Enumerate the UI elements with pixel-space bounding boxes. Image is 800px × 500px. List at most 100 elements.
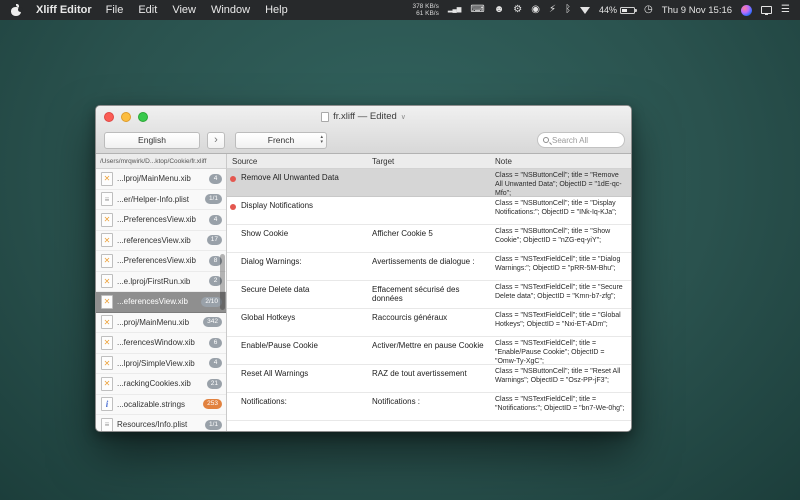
sidebar-item[interactable]: ...PreferencesView.xib8 [96, 251, 226, 272]
toolbar: English › French ▴▾ [96, 127, 631, 153]
source-language-button[interactable]: English [104, 132, 200, 149]
note-cell: Class = "NSTextFieldCell"; title = "Noti… [490, 393, 631, 420]
search-field[interactable] [537, 132, 625, 148]
net-down-label: 61 KB/s [416, 10, 439, 17]
zoom-button[interactable] [138, 112, 148, 122]
file-name: Resources/Info.plist [117, 420, 201, 429]
target-cell[interactable]: Raccourcis généraux [367, 309, 490, 336]
target-cell[interactable]: RAZ de tout avertissement [367, 365, 490, 392]
note-cell: Class = "NSTextFieldCell"; title = "Dial… [490, 253, 631, 280]
column-header-target[interactable]: Target [367, 157, 490, 166]
title-bar[interactable]: fr.xliff — Edited ∨ [96, 106, 631, 127]
apple-menu-icon[interactable] [10, 4, 22, 16]
power-icon[interactable]: ⚡ [549, 5, 556, 15]
document-proxy-icon[interactable] [321, 112, 329, 122]
note-cell: Class = "NSButtonCell"; title = "Display… [490, 197, 631, 224]
sidebar-item[interactable]: ...ferencesWindow.xib6 [96, 333, 226, 354]
target-cell[interactable]: Activer/Mettre en pause Cookie [367, 337, 490, 364]
menu-view[interactable]: View [172, 4, 196, 16]
gear-icon[interactable]: ⚙ [513, 5, 522, 15]
target-cell[interactable] [367, 197, 490, 224]
language-direction-button[interactable]: › [207, 132, 225, 149]
table-row[interactable]: Notifications:Notifications :Class = "NS… [227, 393, 631, 421]
notification-center-icon[interactable]: ☰ [781, 5, 790, 15]
source-text: Global Hotkeys [241, 313, 295, 322]
source-cell[interactable]: Reset All Warnings [227, 365, 367, 392]
sidebar-scrollbar[interactable] [220, 254, 225, 310]
network-speed-indicator[interactable]: 378 KB/s 61 KB/s [412, 3, 438, 17]
count-badge: 4 [209, 215, 222, 225]
source-cell[interactable]: Remove All Unwanted Data [227, 169, 367, 196]
bandwidth-graph-icon[interactable]: ▂▄▆ [448, 5, 461, 15]
note-cell: Class = "NSButtonCell"; title = "Show Co… [490, 225, 631, 252]
column-header-source[interactable]: Source [227, 157, 367, 166]
search-input[interactable] [552, 136, 619, 145]
source-text: Reset All Warnings [241, 369, 308, 378]
source-cell[interactable]: Secure Delete data [227, 281, 367, 308]
file-name: ...PreferencesView.xib [117, 215, 205, 224]
sidebar-item[interactable]: ...er/Helper-Info.plist1/1 [96, 190, 226, 211]
source-cell[interactable]: Enable/Pause Cookie [227, 337, 367, 364]
input-source-icon[interactable]: ⌨ [470, 5, 484, 15]
table-row[interactable]: Reset All Warnings RAZ de tout avertissem… [227, 365, 631, 393]
app-menu-title[interactable]: Xliff Editor [36, 4, 92, 16]
note-cell: Class = "NSButtonCell"; title = "Remove … [490, 169, 631, 196]
wifi-icon[interactable] [580, 7, 590, 14]
source-cell[interactable]: Global Hotkeys [227, 309, 367, 336]
table-row[interactable]: Global HotkeysRaccourcis générauxClass =… [227, 309, 631, 337]
table-row[interactable]: Remove All Unwanted Data Class = "NSButto… [227, 169, 631, 197]
file-sidebar: /Users/mrqwirk/D...ktop/Cookie/fr.xliff … [96, 154, 227, 432]
close-button[interactable] [104, 112, 114, 122]
title-chevron-icon[interactable]: ∨ [401, 113, 406, 121]
target-cell[interactable]: Effacement sécurisé des données [367, 281, 490, 308]
count-badge: 17 [207, 235, 222, 245]
source-cell[interactable]: Dialog Warnings: [227, 253, 367, 280]
battery-indicator[interactable]: 44% [599, 5, 635, 15]
untranslated-dot-icon [230, 204, 236, 210]
table-row[interactable]: Display Notifications Class = "NSButtonCe… [227, 197, 631, 225]
target-cell[interactable] [367, 169, 490, 196]
menu-file[interactable]: File [106, 4, 124, 16]
count-badge: 4 [209, 174, 222, 184]
sidebar-item[interactable]: ...eferencesView.xib2/10 [96, 292, 226, 313]
column-header-note[interactable]: Note [490, 157, 631, 166]
menu-bar-clock[interactable]: Thu 9 Nov 15:16 [662, 5, 732, 16]
target-language-popup[interactable]: French ▴▾ [235, 132, 327, 149]
minimize-button[interactable] [121, 112, 131, 122]
screen-record-icon[interactable]: ◉ [531, 5, 540, 15]
siri-icon[interactable] [741, 5, 752, 16]
sidebar-item[interactable]: ...proj/MainMenu.xib342 [96, 313, 226, 334]
display-icon[interactable] [761, 6, 772, 14]
source-cell[interactable]: Notifications: [227, 393, 367, 420]
sidebar-item[interactable]: ...lproj/SimpleView.xib4 [96, 354, 226, 375]
sidebar-item[interactable]: ...e.lproj/FirstRun.xib2 [96, 272, 226, 293]
bluetooth-icon[interactable]: ᛒ [565, 5, 571, 15]
sidebar-item[interactable]: ...lproj/MainMenu.xib4 [96, 169, 226, 190]
target-cell[interactable]: Avertissements de dialogue : [367, 253, 490, 280]
battery-percent-label: 44% [599, 5, 617, 15]
sidebar-item[interactable]: ...PreferencesView.xib 4 [96, 210, 226, 231]
sidebar-item[interactable]: Resources/Info.plist1/1 [96, 415, 226, 432]
source-cell[interactable]: Display Notifications [227, 197, 367, 224]
menu-help[interactable]: Help [265, 4, 288, 16]
table-row[interactable]: Secure Delete dataEffacement sécurisé de… [227, 281, 631, 309]
plist-file-icon [101, 418, 113, 432]
window-chrome: fr.xliff — Edited ∨ English › French ▴▾ [96, 106, 631, 154]
target-cell[interactable]: Afficher Cookie 5 [367, 225, 490, 252]
table-row[interactable]: Enable/Pause CookieActiver/Mettre en pau… [227, 337, 631, 365]
untranslated-dot-icon [230, 176, 236, 182]
file-path-bar: /Users/mrqwirk/D...ktop/Cookie/fr.xliff [96, 154, 226, 169]
menu-edit[interactable]: Edit [138, 4, 157, 16]
menu-window[interactable]: Window [211, 4, 250, 16]
sidebar-item[interactable]: ...ocalizable.strings253 [96, 395, 226, 416]
count-badge: 21 [207, 379, 222, 389]
table-row[interactable]: Dialog Warnings:Avertissements de dialog… [227, 253, 631, 281]
sidebar-item[interactable]: ...referencesView.xib17 [96, 231, 226, 252]
target-cell[interactable]: Notifications : [367, 393, 490, 420]
sidebar-item[interactable]: ...rackingCookies.xib21 [96, 374, 226, 395]
clock-icon[interactable]: ◷ [644, 5, 653, 15]
count-badge: 2/10 [201, 297, 222, 307]
table-row[interactable]: Show CookieAfficher Cookie 5Class = "NSB… [227, 225, 631, 253]
source-cell[interactable]: Show Cookie [227, 225, 367, 252]
user-icon[interactable]: ☻ [494, 5, 505, 15]
